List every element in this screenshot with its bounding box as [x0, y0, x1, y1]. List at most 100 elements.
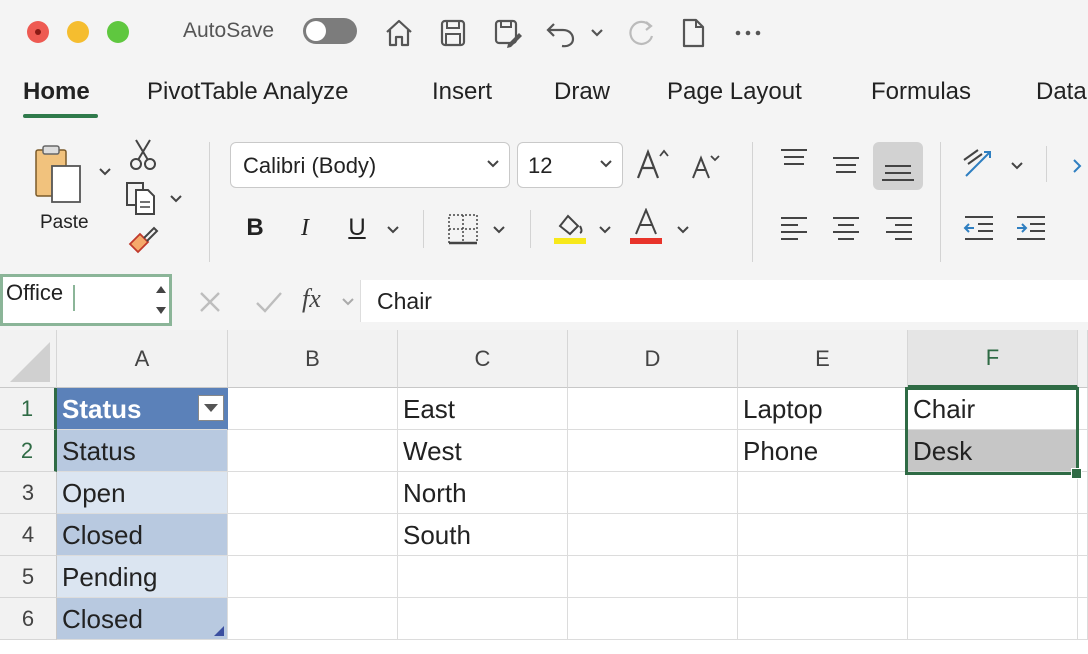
column-header-d[interactable]: D	[568, 330, 738, 388]
decrease-indent-icon[interactable]	[962, 212, 996, 244]
font-color-icon[interactable]	[628, 207, 664, 246]
cell-c4[interactable]: South	[398, 514, 568, 556]
undo-icon[interactable]	[544, 16, 578, 50]
cell-d1[interactable]	[568, 388, 738, 430]
decrease-font-size-icon[interactable]	[690, 150, 722, 182]
font-size-select[interactable]: 12	[517, 142, 623, 188]
cell-d4[interactable]	[568, 514, 738, 556]
undo-dropdown-chevron-icon[interactable]	[586, 16, 608, 50]
increase-font-size-icon[interactable]	[636, 146, 672, 182]
align-top-icon[interactable]	[778, 146, 810, 178]
cell-f6[interactable]	[908, 598, 1078, 640]
copy-icon[interactable]	[124, 180, 160, 216]
tab-formulas[interactable]: Formulas	[871, 78, 971, 106]
column-header-e[interactable]: E	[738, 330, 908, 388]
tab-pivottable-analyze[interactable]: PivotTable Analyze	[147, 78, 348, 106]
cell-g2[interactable]	[1078, 430, 1088, 472]
cell-e5[interactable]	[738, 556, 908, 598]
filter-dropdown-button[interactable]	[198, 395, 224, 421]
formula-input[interactable]: Chair	[360, 280, 1088, 322]
select-all-corner[interactable]	[0, 330, 57, 388]
orientation-icon[interactable]	[960, 146, 996, 182]
column-header-b[interactable]: B	[228, 330, 398, 388]
name-box-stepper-icon[interactable]	[153, 279, 169, 321]
format-painter-icon[interactable]	[126, 224, 160, 258]
more-options-icon[interactable]	[731, 16, 765, 50]
font-name-select[interactable]: Calibri (Body)	[230, 142, 510, 188]
underline-button[interactable]: U	[340, 210, 374, 246]
new-document-icon[interactable]	[676, 16, 710, 50]
tab-draw[interactable]: Draw	[554, 78, 610, 106]
home-icon[interactable]	[382, 16, 416, 50]
paste-dropdown-chevron-icon[interactable]	[96, 162, 114, 180]
column-header-g[interactable]	[1078, 330, 1088, 388]
cell-a3[interactable]: Open	[57, 472, 228, 514]
tab-page-layout[interactable]: Page Layout	[667, 78, 802, 106]
row-header-6[interactable]: 6	[0, 598, 57, 640]
column-header-c[interactable]: C	[398, 330, 568, 388]
cell-a1[interactable]: Status	[57, 388, 228, 430]
orientation-dropdown-chevron-icon[interactable]	[1008, 156, 1026, 174]
tab-data[interactable]: Data	[1036, 78, 1087, 106]
copy-dropdown-chevron-icon[interactable]	[167, 189, 185, 207]
cell-e4[interactable]	[738, 514, 908, 556]
cell-f4[interactable]	[908, 514, 1078, 556]
align-left-icon[interactable]	[778, 212, 810, 244]
cell-b3[interactable]	[228, 472, 398, 514]
cell-c2[interactable]: West	[398, 430, 568, 472]
underline-dropdown-chevron-icon[interactable]	[384, 220, 402, 238]
insert-function-button[interactable]: fx	[302, 284, 321, 314]
increase-indent-icon[interactable]	[1014, 212, 1048, 244]
cell-c3[interactable]: North	[398, 472, 568, 514]
cell-b5[interactable]	[228, 556, 398, 598]
row-header-4[interactable]: 4	[0, 514, 57, 556]
confirm-entry-icon[interactable]	[253, 288, 285, 316]
fill-color-dropdown-chevron-icon[interactable]	[596, 220, 614, 238]
cell-a4[interactable]: Closed	[57, 514, 228, 556]
redo-icon[interactable]	[624, 16, 658, 50]
cell-b6[interactable]	[228, 598, 398, 640]
cell-e1[interactable]: Laptop	[738, 388, 908, 430]
wrap-text-icon[interactable]	[1068, 150, 1088, 182]
font-color-dropdown-chevron-icon[interactable]	[674, 220, 692, 238]
cell-d6[interactable]	[568, 598, 738, 640]
cell-g6[interactable]	[1078, 598, 1088, 640]
align-middle-icon[interactable]	[830, 148, 862, 180]
cell-c1[interactable]: East	[398, 388, 568, 430]
cell-f5[interactable]	[908, 556, 1078, 598]
cell-e6[interactable]	[738, 598, 908, 640]
cell-g5[interactable]	[1078, 556, 1088, 598]
cell-a2[interactable]: Status	[57, 430, 228, 472]
paste-button[interactable]	[30, 142, 96, 208]
minimize-window-button[interactable]	[67, 21, 89, 43]
italic-button[interactable]: I	[288, 210, 322, 246]
row-header-1[interactable]: 1	[0, 388, 57, 430]
fill-handle[interactable]	[1071, 468, 1082, 479]
column-header-f[interactable]: F	[908, 330, 1078, 388]
tab-home[interactable]: Home	[23, 78, 90, 106]
cell-e3[interactable]	[738, 472, 908, 514]
tab-insert[interactable]: Insert	[432, 78, 492, 106]
cell-a5[interactable]: Pending	[57, 556, 228, 598]
cell-e2[interactable]: Phone	[738, 430, 908, 472]
cell-d5[interactable]	[568, 556, 738, 598]
close-window-button[interactable]	[27, 21, 49, 43]
cell-c5[interactable]	[398, 556, 568, 598]
bold-button[interactable]: B	[238, 210, 272, 246]
function-dropdown-chevron-icon[interactable]	[340, 294, 356, 310]
align-bottom-button[interactable]	[873, 142, 923, 190]
borders-dropdown-chevron-icon[interactable]	[490, 220, 508, 238]
align-right-icon[interactable]	[883, 212, 915, 244]
cell-d2[interactable]	[568, 430, 738, 472]
row-header-3[interactable]: 3	[0, 472, 57, 514]
table-resize-handle[interactable]	[214, 626, 224, 636]
fill-color-icon[interactable]	[552, 210, 588, 246]
cell-b2[interactable]	[228, 430, 398, 472]
zoom-window-button[interactable]	[107, 21, 129, 43]
align-center-icon[interactable]	[830, 212, 862, 244]
cell-d3[interactable]	[568, 472, 738, 514]
cancel-entry-icon[interactable]	[196, 288, 224, 316]
cell-b1[interactable]	[228, 388, 398, 430]
name-box[interactable]: Office	[0, 274, 172, 326]
save-as-icon[interactable]	[490, 16, 524, 50]
